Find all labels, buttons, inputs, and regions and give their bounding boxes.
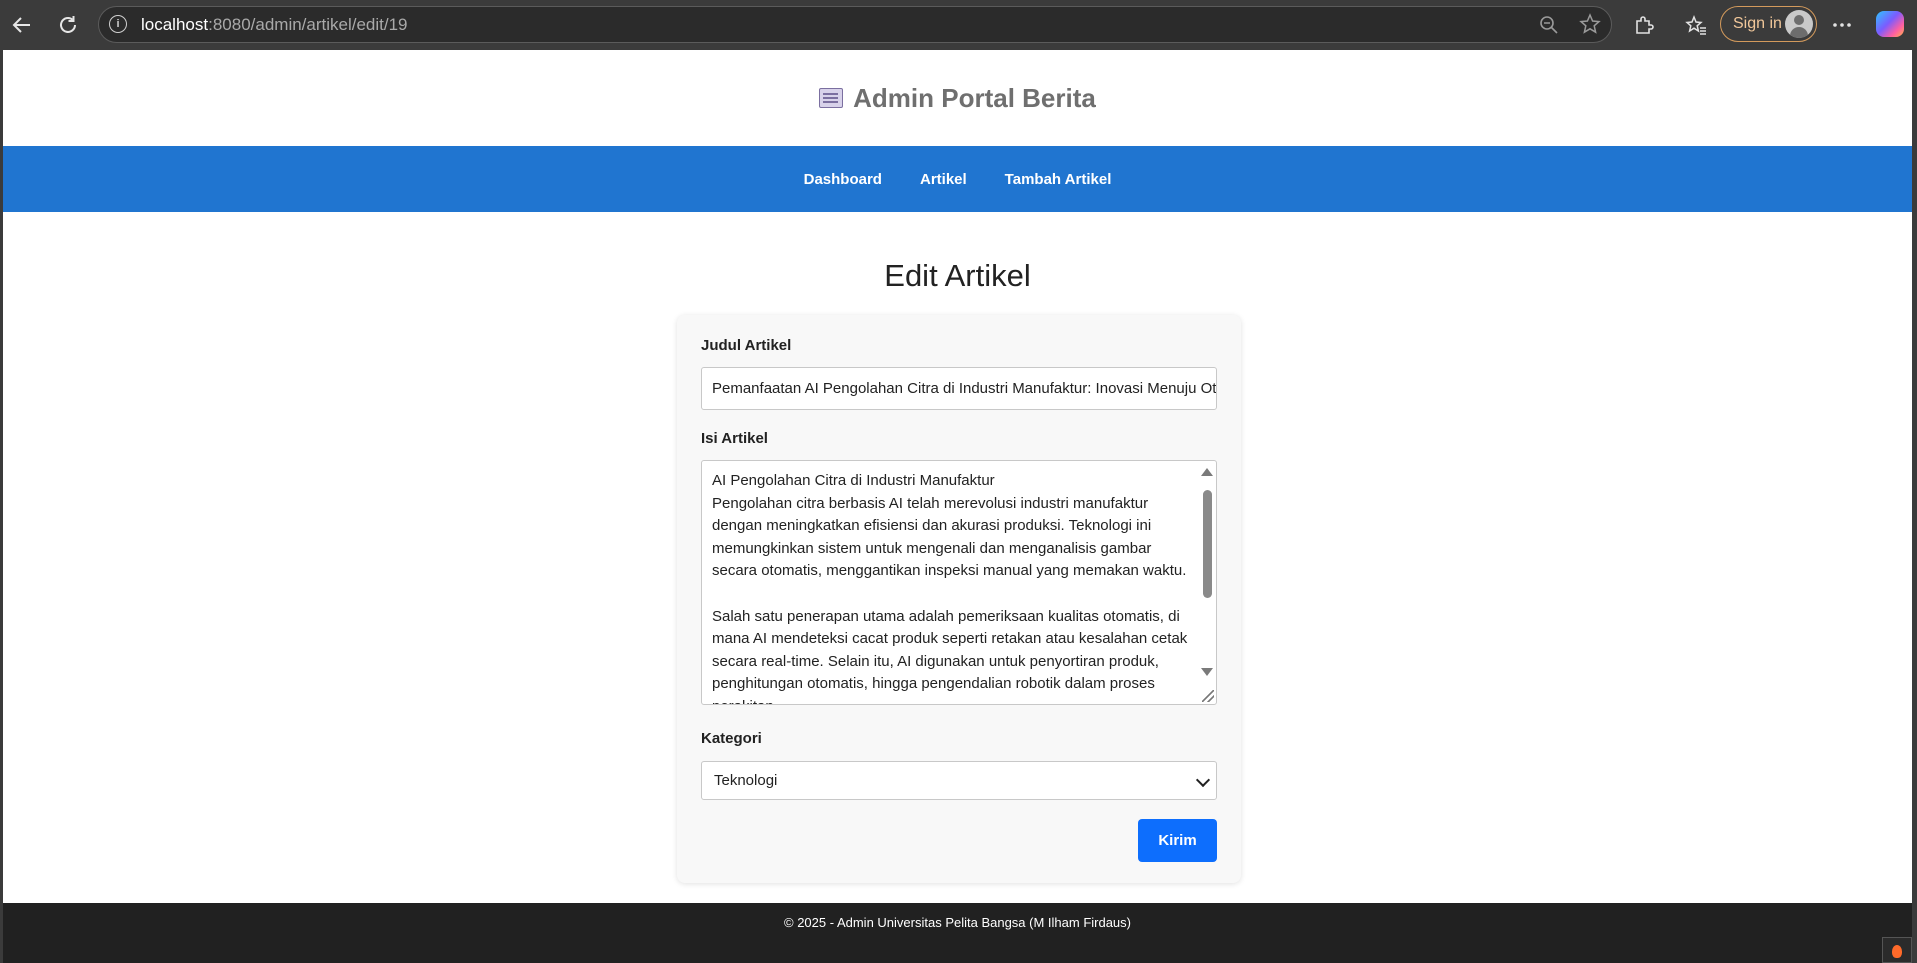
extensions-icon[interactable] [1628,9,1660,41]
isi-textarea[interactable]: AI Pengolahan Citra di Industri Manufakt… [701,460,1217,705]
page-viewport: Admin Portal Berita Dashboard Artikel Ta… [3,50,1912,963]
site-title: Admin Portal Berita [819,83,1096,114]
kategori-select[interactable]: Teknologi [701,761,1217,800]
judul-label: Judul Artikel [701,337,792,354]
footer-text: © 2025 - Admin Universitas Pelita Bangsa… [784,915,1131,930]
reload-icon[interactable] [52,9,84,41]
back-icon[interactable] [6,9,38,41]
browser-toolbar: i localhost:8080/admin/artikel/edit/19 S… [0,0,1917,50]
edit-form-card: Judul Artikel Pemanfaatan AI Pengolahan … [677,315,1241,883]
address-bar[interactable]: i localhost:8080/admin/artikel/edit/19 [98,6,1612,43]
scroll-up-icon[interactable] [1201,468,1213,476]
zoom-out-icon[interactable] [1539,12,1559,42]
favorites-icon[interactable] [1680,9,1712,41]
page-title: Edit Artikel [884,258,1031,293]
newspaper-icon [819,88,844,108]
info-icon[interactable]: i [109,15,127,33]
resize-grip-icon[interactable] [1202,690,1214,702]
chevron-down-icon [1195,772,1211,788]
isi-content: AI Pengolahan Citra di Industri Manufakt… [712,472,1188,704]
star-icon[interactable] [1579,12,1601,42]
more-icon[interactable] [1826,9,1858,41]
site-title-text: Admin Portal Berita [853,82,1096,113]
copilot-icon[interactable] [1876,11,1904,37]
nav-tambah-artikel[interactable]: Tambah Artikel [1005,171,1112,188]
url-text: localhost:8080/admin/artikel/edit/19 [141,15,408,34]
scrollbar-thumb[interactable] [1203,490,1212,598]
sign-in-button[interactable]: Sign in [1720,6,1817,42]
scroll-down-icon[interactable] [1201,668,1213,676]
nav-dashboard[interactable]: Dashboard [804,171,882,188]
main-navbar: Dashboard Artikel Tambah Artikel [3,146,1912,212]
flame-icon[interactable] [1882,937,1912,963]
site-header: Admin Portal Berita [3,50,1912,146]
site-footer: © 2025 - Admin Universitas Pelita Bangsa… [3,903,1912,963]
isi-label: Isi Artikel [701,430,768,447]
nav-artikel[interactable]: Artikel [920,171,967,188]
kategori-label: Kategori [701,730,762,747]
judul-input[interactable]: Pemanfaatan AI Pengolahan Citra di Indus… [701,367,1217,410]
avatar [1785,10,1813,38]
kategori-selected-value: Teknologi [714,772,778,789]
submit-button[interactable]: Kirim [1138,819,1217,862]
